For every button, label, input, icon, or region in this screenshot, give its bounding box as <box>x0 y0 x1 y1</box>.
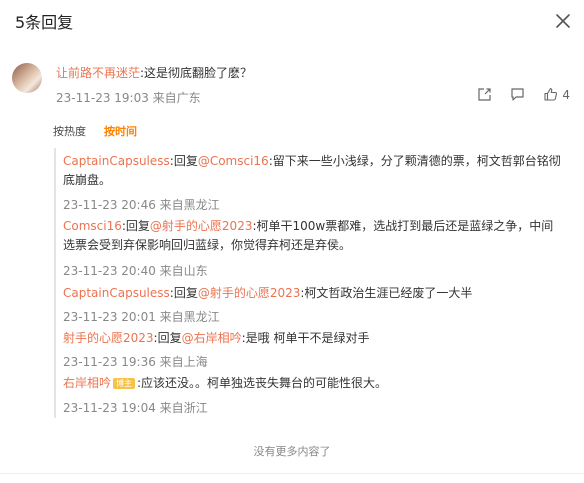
reply-text: CaptainCapsuless:回复@Comsci16:留下来一些小浅绿，分了… <box>63 152 563 190</box>
like-count: 4 <box>562 87 570 102</box>
comment-button[interactable] <box>510 87 525 102</box>
share-button[interactable] <box>477 87 492 102</box>
sort-by-hot-tab[interactable]: 按热度 <box>53 123 86 139</box>
reply-prefix: :回复 <box>121 219 150 233</box>
reply-username[interactable]: 射手的心愿2023 <box>63 331 154 345</box>
reply-prefix: :回复 <box>169 154 198 168</box>
sort-tabs: 按热度 按时间 <box>53 123 137 139</box>
dialog-header: 5条回复 <box>0 0 584 44</box>
reply-meta: 23-11-23 20:40 来自山东 <box>63 264 208 278</box>
dialog-title: 5条回复 <box>15 13 74 32</box>
reply-username[interactable]: Comsci16 <box>63 219 122 233</box>
close-button[interactable] <box>552 10 574 32</box>
reply-list: CaptainCapsuless:回复@Comsci16:留下来一些小浅绿，分了… <box>54 148 576 418</box>
reply-text: 右岸相吟 博主:应该还没。。柯单独选丧失舞台的可能性很大。 <box>63 374 563 393</box>
reply-meta: 23-11-23 20:01 来自黑龙江 <box>63 310 220 324</box>
reply-text: Comsci16:回复@射手的心愿2023:柯单干100w票都难，选战打到最后还… <box>63 217 563 255</box>
main-comment-body: :这是彻底翻脸了麽？ <box>140 66 253 80</box>
reply-username[interactable]: CaptainCapsuless <box>63 154 170 168</box>
reply-body: :应该还没。。柯单独选丧失舞台的可能性很大。 <box>137 376 388 390</box>
main-comment-meta: 23-11-23 19:03 来自广东 <box>56 91 201 105</box>
reply-meta: 23-11-23 20:46 来自黑龙江 <box>63 198 220 212</box>
reply-meta: 23-11-23 19:04 来自浙江 <box>63 401 208 415</box>
reply-mention[interactable]: @射手的心愿2023 <box>150 219 253 233</box>
reply-username[interactable]: CaptainCapsuless <box>63 286 170 300</box>
reply-mention[interactable]: @射手的心愿2023 <box>198 286 301 300</box>
close-icon <box>556 14 570 28</box>
comment-actions: 4 <box>477 87 570 102</box>
reply-body: :是哦 柯单干不是绿对手 <box>241 331 370 345</box>
divider <box>0 473 584 474</box>
reply-mention[interactable]: @右岸相吟 <box>182 331 242 345</box>
reply-mention[interactable]: @Comsci16 <box>198 154 269 168</box>
author-badge: 博主 <box>113 378 136 389</box>
avatar[interactable] <box>12 63 42 93</box>
reply-text: 射手的心愿2023:回复@右岸相吟:是哦 柯单干不是绿对手 <box>63 329 563 348</box>
like-button[interactable]: 4 <box>543 87 570 102</box>
reply-text: CaptainCapsuless:回复@射手的心愿2023:柯文哲政治生涯已经废… <box>63 284 563 303</box>
no-more-content: 没有更多内容了 <box>253 445 331 458</box>
sort-by-time-tab[interactable]: 按时间 <box>104 123 137 139</box>
reply-username[interactable]: 右岸相吟 <box>63 376 111 390</box>
reply-prefix: :回复 <box>169 286 198 300</box>
comment-icon <box>511 88 524 101</box>
like-icon <box>544 87 558 101</box>
reply-prefix: :回复 <box>153 331 182 345</box>
share-icon <box>478 88 491 101</box>
reply-meta: 23-11-23 19:36 来自上海 <box>63 355 208 369</box>
main-comment-text: 让前路不再迷茫:这是彻底翻脸了麽？ <box>56 64 252 81</box>
reply-body: :柯文哲政治生涯已经废了一大半 <box>300 286 473 300</box>
main-comment-username[interactable]: 让前路不再迷茫 <box>56 66 140 80</box>
